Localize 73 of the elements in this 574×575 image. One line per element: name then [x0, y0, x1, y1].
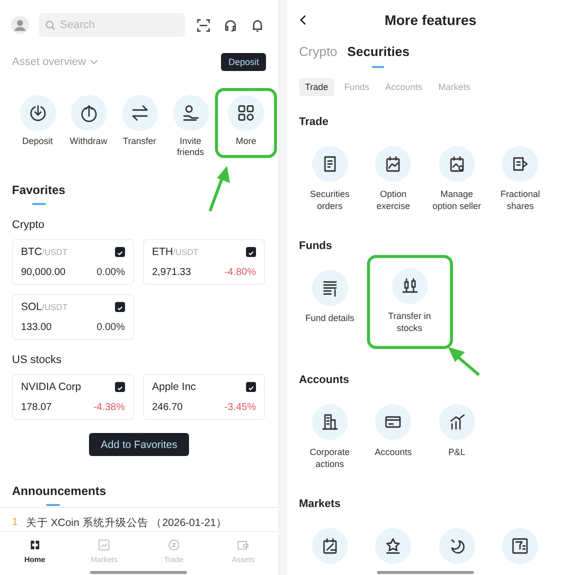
back-icon[interactable] — [299, 14, 308, 26]
favorite-card[interactable]: BTC/USDT 90,000.00 0.00% — [12, 239, 134, 285]
feature-button[interactable]: Fund details — [298, 270, 362, 346]
coin-icon — [166, 538, 181, 552]
search-icon — [45, 20, 56, 30]
card-symbol: SOL/USDT — [21, 301, 68, 313]
action-button[interactable]: Transfer — [114, 91, 165, 161]
action-button[interactable]: More — [218, 91, 274, 155]
category-tab[interactable]: Trade — [299, 78, 334, 96]
filter-icon — [510, 536, 530, 556]
favorite-card[interactable]: NVIDIA Corp 178.07 -4.38% — [12, 374, 134, 420]
card-price: 2,971.33 — [152, 267, 191, 278]
chevron-down-icon — [90, 59, 98, 65]
chart-icon — [97, 538, 112, 552]
avatar-icon[interactable] — [11, 16, 29, 34]
feature-button[interactable]: P&L — [425, 404, 488, 470]
favorites-heading: Favorites — [12, 183, 66, 197]
grid-icon — [236, 103, 256, 123]
favorite-card[interactable]: ETH/USDT 2,971.33 -4.80% — [143, 239, 265, 285]
upload-icon — [78, 103, 98, 123]
group-heading: US stocks — [12, 354, 63, 366]
card-price: 90,000.00 — [21, 267, 66, 278]
checkbox[interactable] — [246, 382, 256, 392]
bell-icon[interactable] — [250, 18, 265, 32]
card-symbol: NVIDIA Corp — [21, 381, 82, 393]
coin-hand-icon — [180, 103, 200, 123]
card-price: 246.70 — [152, 402, 183, 413]
favorite-card[interactable]: SOL/USDT 133.00 0.00% — [12, 294, 134, 340]
section-heading: Trade — [299, 116, 330, 128]
card-price: 133.00 — [21, 322, 52, 333]
add-to-favorites-button[interactable]: Add to Favorites — [89, 433, 189, 456]
wallet-icon — [236, 538, 250, 552]
card-change: -4.38% — [93, 402, 125, 413]
section-heading: Funds — [299, 240, 333, 252]
deposit-button[interactable]: Deposit — [221, 53, 266, 71]
announcement-link[interactable]: 关于 XCoin 系统升级公告 （2026-01-21） — [26, 516, 227, 534]
feature-button[interactable]: Manage option seller — [425, 146, 488, 212]
tab[interactable]: Securities — [347, 44, 410, 68]
action-button[interactable]: Withdraw — [63, 91, 114, 161]
feature-button[interactable]: Accounts — [362, 404, 425, 470]
search-field[interactable]: Search — [39, 13, 185, 37]
card-symbol: BTC/USDT — [21, 246, 68, 258]
checkbox[interactable] — [115, 302, 125, 312]
announcements-heading: Announcements — [12, 484, 108, 498]
swap-arrows-icon — [130, 103, 150, 123]
announcement-index: 1 — [12, 516, 18, 530]
feature-button[interactable]: Fractional shares — [488, 146, 552, 212]
building-icon — [320, 412, 340, 432]
action-button[interactable]: Invite friends — [165, 91, 216, 161]
feature-button[interactable]: Corporate actions — [298, 404, 362, 470]
card-change: 0.00% — [96, 322, 125, 333]
annotation-arrow — [446, 345, 482, 377]
headset-icon[interactable] — [223, 18, 238, 32]
page-title: More features — [384, 12, 476, 28]
feature-button[interactable]: Securities orders — [298, 146, 362, 212]
checkbox[interactable] — [115, 382, 125, 392]
section-heading: Accounts — [299, 374, 350, 386]
card-price: 178.07 — [21, 402, 52, 413]
checkbox[interactable] — [246, 247, 256, 257]
group-heading: Crypto — [12, 219, 46, 231]
feature-button[interactable]: Transfer in stocks — [370, 258, 450, 346]
feature-button[interactable]: Option exercise — [362, 146, 425, 212]
download-icon — [28, 103, 48, 123]
action-button[interactable]: Deposit — [12, 91, 63, 161]
scan-icon[interactable] — [196, 18, 211, 32]
card-change: -3.45% — [224, 402, 256, 413]
checkbox[interactable] — [115, 247, 125, 257]
card-change: -4.80% — [224, 267, 256, 278]
section-heading: Markets — [299, 498, 342, 510]
card-symbol: ETH/USDT — [152, 246, 198, 258]
card-change: 0.00% — [96, 267, 125, 278]
favorite-card[interactable]: Apple Inc 246.70 -3.45% — [143, 374, 265, 420]
card-symbol: Apple Inc — [152, 381, 196, 393]
